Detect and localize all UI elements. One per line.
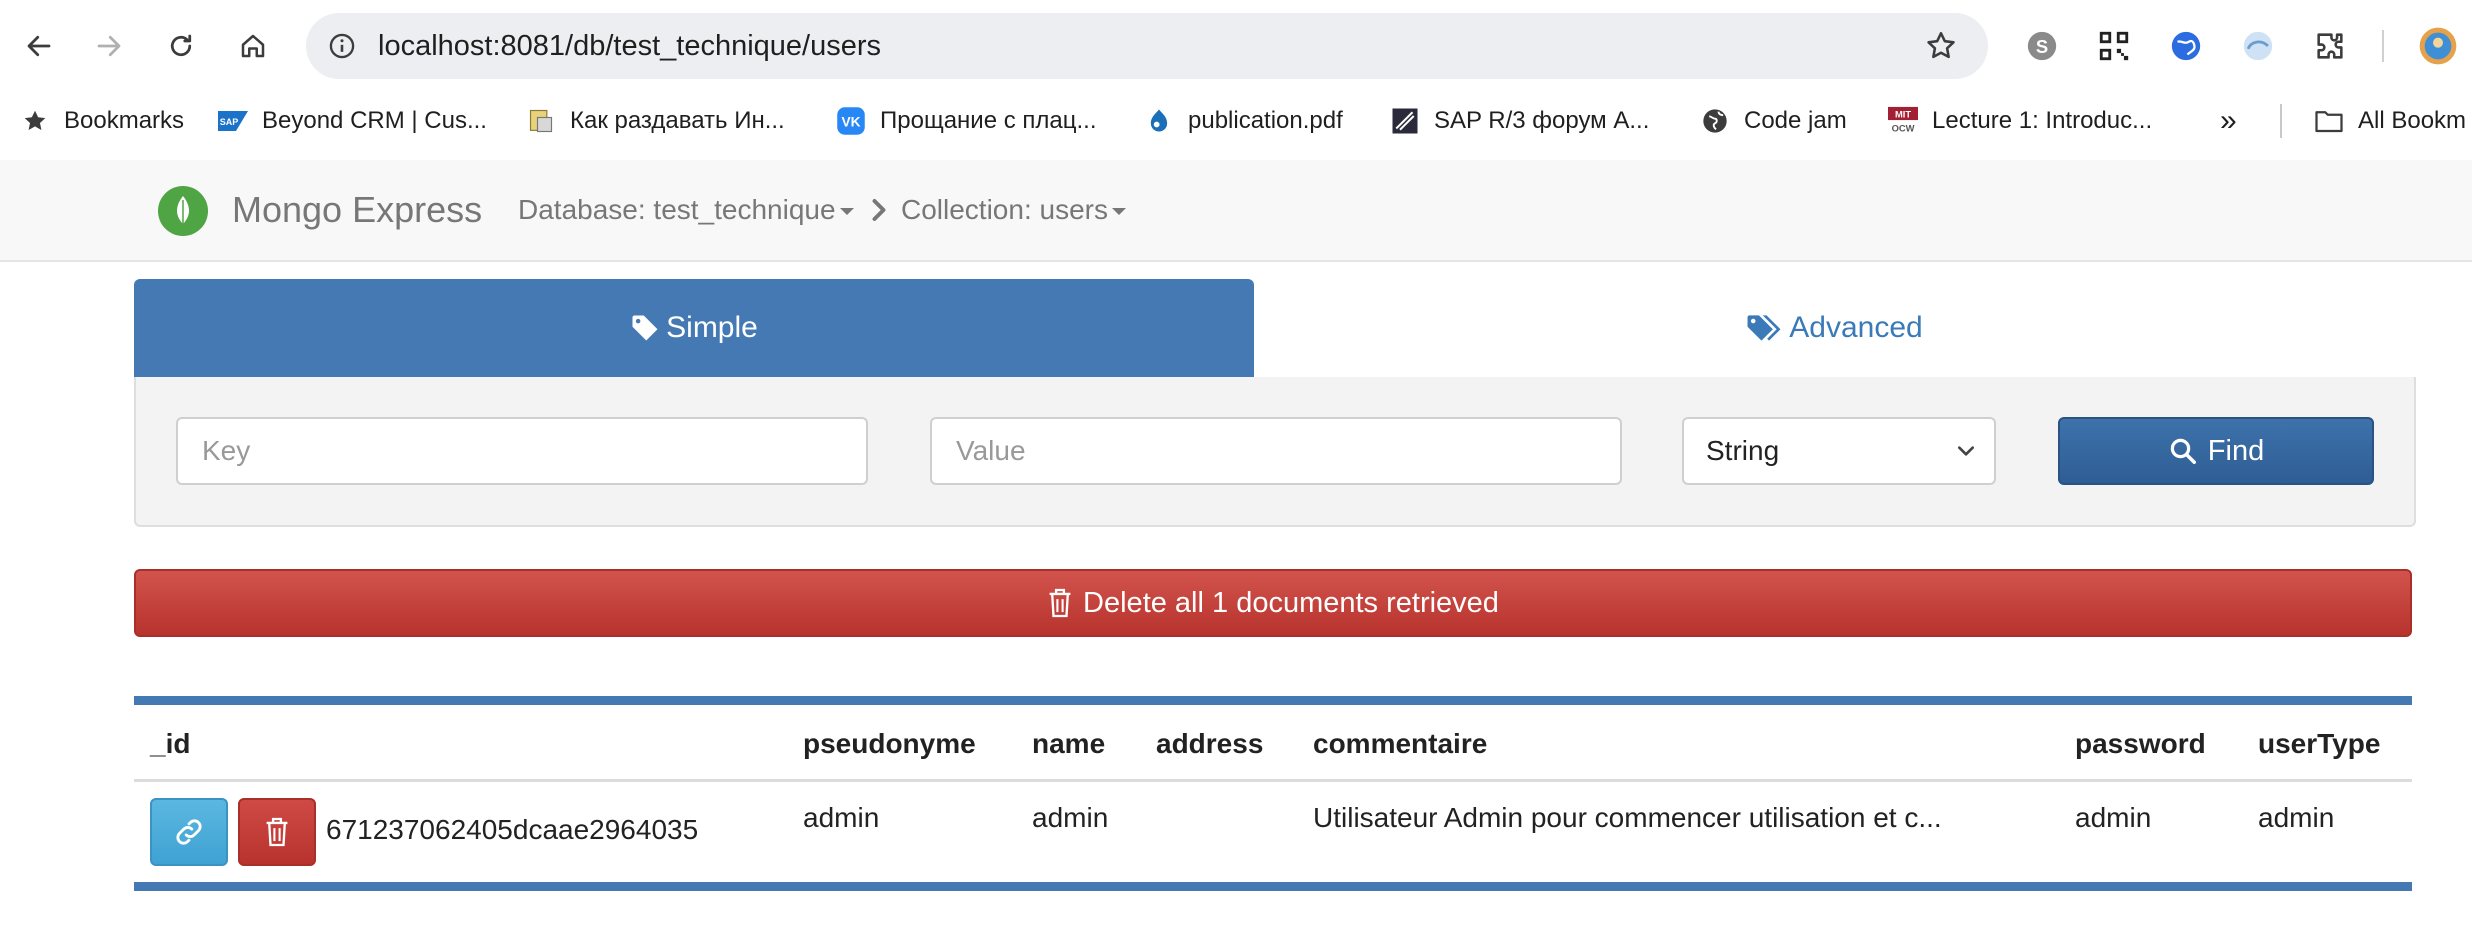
arrow-left-icon	[27, 35, 51, 57]
browser-toolbar: localhost:8081/db/test_technique/users S	[0, 0, 2472, 92]
trash-icon	[266, 817, 288, 847]
bookmark-item-proshchanie[interactable]: VK Прощание с плац...	[836, 92, 1096, 150]
tag-icon	[632, 315, 658, 341]
tags-icon	[1747, 315, 1781, 341]
forward-button[interactable]	[86, 23, 132, 69]
drupal-icon	[1144, 106, 1174, 136]
column-header-name[interactable]: name	[1032, 728, 1105, 760]
bookmarks-bar: Bookmarks SAP Beyond CRM | Cus... Как ра…	[0, 92, 2472, 150]
cell-pseudonyme: admin	[803, 802, 880, 833]
delete-document-button[interactable]	[238, 798, 316, 866]
cell-password: admin	[2075, 802, 2152, 833]
home-icon	[241, 34, 265, 58]
find-button[interactable]: Find	[2058, 417, 2374, 485]
toolbar-divider	[2382, 30, 2384, 62]
bookmark-item-bookmarks[interactable]: Bookmarks	[20, 92, 184, 150]
bookmark-item-lecture-1[interactable]: MIT OCW Lecture 1: Introduc...	[1888, 92, 2152, 150]
cell-id[interactable]: 671237062405dcaae2964035	[326, 814, 698, 846]
url-text[interactable]: localhost:8081/db/test_technique/users	[378, 13, 881, 79]
page-content: Mongo Express Database: test_technique C…	[0, 160, 2472, 932]
reload-button[interactable]	[158, 23, 204, 69]
chevron-down-icon	[1958, 446, 1974, 456]
page-icon	[526, 106, 556, 136]
table-header-divider	[134, 779, 2412, 782]
collection-dropdown[interactable]: Collection: users	[901, 160, 1126, 260]
column-header-usertype[interactable]: userType	[2258, 728, 2380, 760]
database-dropdown[interactable]: Database: test_technique	[518, 160, 854, 260]
arrow-right-icon	[97, 35, 121, 57]
puzzle-extensions-icon[interactable]	[2310, 26, 2350, 66]
globe-extension-icon[interactable]	[2166, 26, 2206, 66]
brand-name[interactable]: Mongo Express	[232, 160, 482, 260]
bookmarks-divider	[2280, 104, 2282, 138]
value-input[interactable]: Value	[930, 417, 1622, 485]
star-icon	[20, 106, 50, 136]
column-header-commentaire[interactable]: commentaire	[1313, 728, 1487, 760]
delete-all-button[interactable]: Delete all 1 documents retrieved	[134, 569, 2412, 637]
simple-search-panel: Key Value String Find	[134, 377, 2416, 527]
bookmark-star-icon[interactable]	[1924, 29, 1958, 63]
bookmark-item-code-jam[interactable]: Code jam	[1700, 92, 1847, 150]
svg-text:VK: VK	[841, 115, 860, 130]
tab-simple[interactable]: Simple	[134, 279, 1254, 377]
profile-avatar[interactable]	[2418, 26, 2458, 66]
site-info-icon[interactable]	[328, 32, 356, 60]
svg-text:SAP: SAP	[220, 117, 239, 127]
mit-icon: MIT OCW	[1888, 106, 1918, 136]
home-button[interactable]	[230, 23, 276, 69]
forum-icon	[1390, 106, 1420, 136]
folder-icon	[2314, 106, 2344, 136]
sap-icon: SAP	[218, 106, 248, 136]
view-document-button[interactable]	[150, 798, 228, 866]
bookmark-item-kak-razdavat[interactable]: Как раздавать Ин...	[526, 92, 785, 150]
column-header-pseudonyme[interactable]: pseudonyme	[803, 728, 976, 760]
svg-text:OCW: OCW	[1892, 123, 1915, 133]
bookmark-item-beyond-crm[interactable]: SAP Beyond CRM | Cus...	[218, 92, 487, 150]
table-bottom-border	[134, 882, 2412, 891]
trash-icon	[1049, 588, 1071, 618]
bookmark-item-publication[interactable]: publication.pdf	[1144, 92, 1343, 150]
address-bar[interactable]: localhost:8081/db/test_technique/users	[306, 13, 1988, 79]
back-button[interactable]	[16, 23, 62, 69]
globe-icon	[1700, 106, 1730, 136]
vk-icon: VK	[836, 106, 866, 136]
qr-code-extension-icon[interactable]	[2094, 26, 2134, 66]
caret-down-icon	[1111, 208, 1126, 216]
cell-usertype: admin	[2258, 802, 2335, 833]
tab-advanced[interactable]: Advanced	[1254, 279, 2414, 377]
skype-extension-icon[interactable]: S	[2022, 26, 2062, 66]
reload-icon	[170, 34, 192, 57]
table-top-border	[134, 696, 2412, 705]
svg-text:MIT: MIT	[1895, 109, 1911, 119]
mongo-leaf-icon[interactable]	[158, 186, 208, 236]
link-icon	[176, 819, 202, 845]
all-bookmarks-button[interactable]: All Bookm	[2314, 92, 2466, 150]
more-bookmarks-button[interactable]: »	[2220, 92, 2237, 150]
key-input[interactable]: Key	[176, 417, 868, 485]
column-header-password[interactable]: password	[2075, 728, 2206, 760]
type-select[interactable]: String	[1682, 417, 1996, 485]
cell-name: admin	[1032, 802, 1109, 833]
caret-down-icon	[839, 208, 854, 216]
cloud-extension-icon[interactable]	[2238, 26, 2278, 66]
svg-text:S: S	[2036, 36, 2048, 57]
column-header-address[interactable]: address	[1156, 728, 1263, 760]
column-header-id[interactable]: _id	[150, 728, 190, 760]
bookmark-item-sap-forum[interactable]: SAP R/3 форум A...	[1390, 92, 1649, 150]
cell-commentaire: Utilisateur Admin pour commencer utilisa…	[1313, 802, 1942, 833]
chevron-right-icon	[872, 199, 886, 221]
app-navbar: Mongo Express Database: test_technique C…	[0, 160, 2472, 262]
search-icon	[2170, 438, 2196, 464]
